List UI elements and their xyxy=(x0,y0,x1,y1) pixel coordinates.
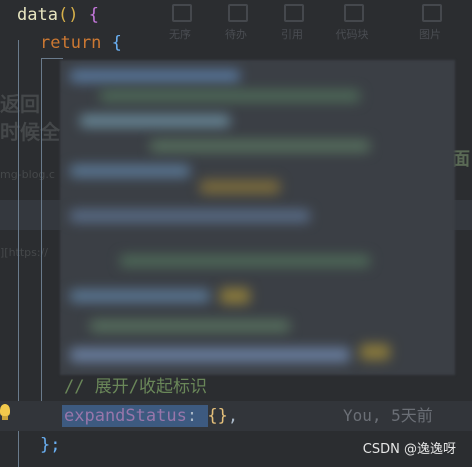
git-blame-annotation[interactable]: You, 5天前 xyxy=(343,406,433,426)
csdn-watermark: CSDN @逸逸呀 xyxy=(362,442,456,457)
lightbulb-icon-base xyxy=(2,416,8,420)
ghost-heading: 返回 xyxy=(0,92,40,116)
code-line-data[interactable]: data() { xyxy=(17,5,99,25)
todo-icon xyxy=(228,4,248,22)
lightbulb-icon[interactable] xyxy=(0,404,10,416)
function-name: data xyxy=(17,5,58,25)
code-comment[interactable]: // 展开/收起标识 xyxy=(64,377,207,397)
list-icon xyxy=(172,4,192,22)
image-icon xyxy=(422,4,442,22)
ghost-heading-2: 时候全 xyxy=(0,120,60,144)
quote-icon xyxy=(284,4,304,22)
colon: : xyxy=(186,406,198,426)
code-line-expand-status[interactable]: expandStatus: {}, xyxy=(64,406,238,426)
ghost-toolbar-item: 代码块 xyxy=(335,28,369,41)
property-name: expandStatus xyxy=(64,406,187,426)
code-editor[interactable]: 无序 待办 引用 代码块 图片 返回 时候全 面 mg-blog.c ][htt… xyxy=(0,0,472,467)
return-keyword: return xyxy=(40,33,102,53)
code-icon xyxy=(344,4,364,22)
blurred-code-region xyxy=(60,60,455,375)
code-line-closing[interactable]: }; xyxy=(40,435,60,455)
ghost-toolbar-item: 图片 xyxy=(419,28,441,41)
return-brace: { xyxy=(111,33,122,53)
ghost-toolbar-item: 待办 xyxy=(225,28,247,41)
indent-guide-top xyxy=(41,58,63,59)
code-line-return[interactable]: return { xyxy=(40,33,122,53)
comma: , xyxy=(227,406,239,426)
closing-brace: }; xyxy=(40,435,61,455)
open-brace: { xyxy=(88,5,99,25)
indent-guide-outer xyxy=(41,58,42,431)
ghost-link: mg-blog.c xyxy=(0,168,55,181)
ghost-toolbar-item: 引用 xyxy=(281,28,303,41)
function-parens: () xyxy=(57,5,79,25)
ghost-toolbar-item: 无序 xyxy=(169,28,191,41)
object-literal: {} xyxy=(207,406,228,426)
